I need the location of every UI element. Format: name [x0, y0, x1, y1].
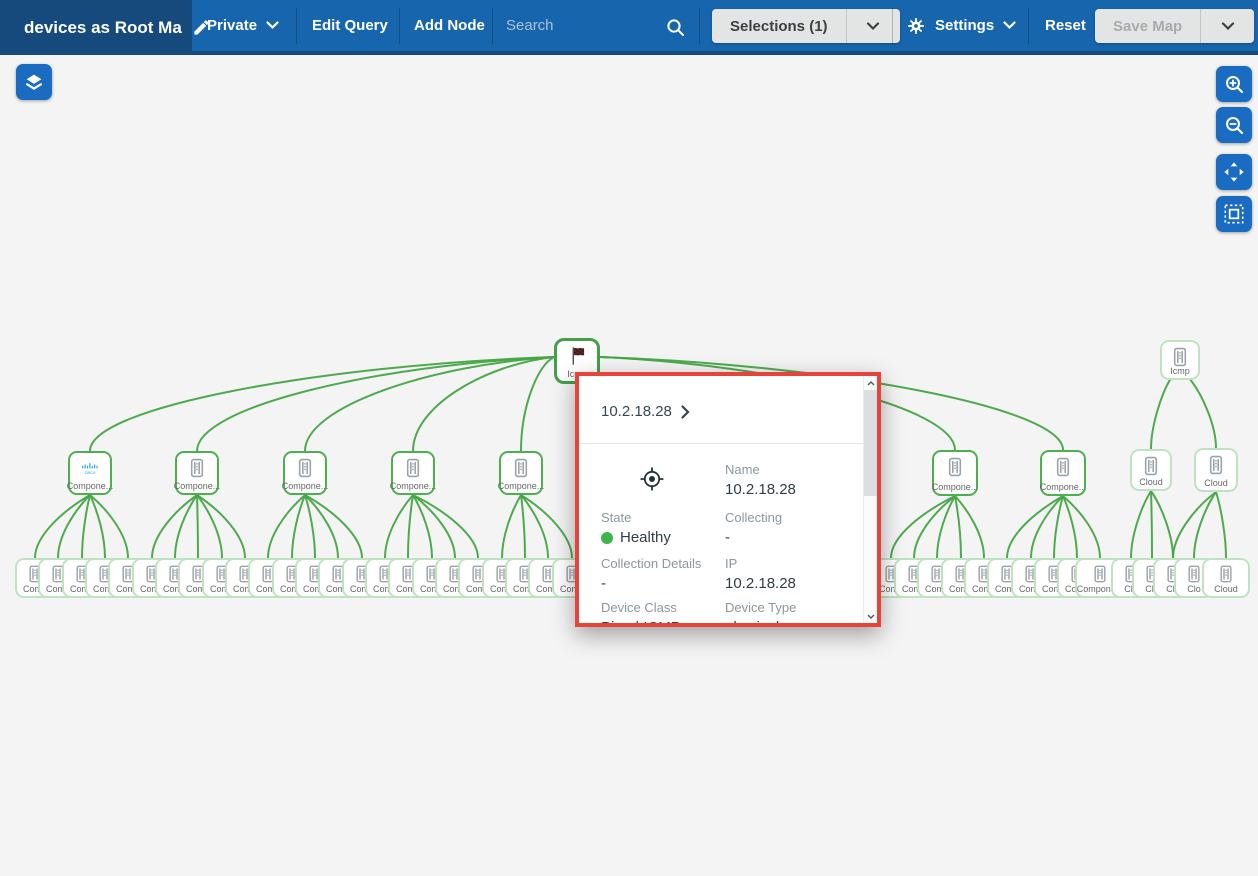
chevron-right-icon: [681, 405, 690, 419]
server-icon: [1184, 564, 1204, 584]
chevron-down-icon: [1003, 21, 1016, 30]
server-icon: [294, 457, 316, 479]
field-state: State Healthy: [601, 510, 671, 547]
server-icon: [1169, 346, 1191, 368]
server-icon: [402, 457, 424, 479]
chevron-down-icon: [266, 21, 279, 30]
map-node[interactable]: Compone...: [1040, 450, 1086, 496]
add-node-button[interactable]: Add Node: [414, 0, 485, 51]
map-node[interactable]: Icmp: [1160, 340, 1200, 380]
toolbar-divider: [399, 8, 400, 44]
toolbar-divider: [699, 8, 700, 44]
scroll-up-arrow[interactable]: [864, 376, 877, 390]
server-icon: [1052, 456, 1074, 478]
reset-button[interactable]: Reset: [1045, 0, 1086, 51]
toolbar-divider: [492, 8, 493, 44]
field-name: Name 10.2.18.28: [725, 462, 796, 499]
layers-icon: [23, 71, 45, 93]
server-icon: [1140, 455, 1162, 477]
map-canvas[interactable]: CompCompCompCompCompCompCompCompCompComp…: [0, 55, 1258, 876]
save-map-button[interactable]: Save Map: [1095, 9, 1200, 43]
device-detail-popup: 10.2.18.28 Name 10.2.18.28 State: [575, 372, 881, 627]
scroll-down-arrow[interactable]: [864, 609, 877, 623]
map-title-block: devices as Root Ma: [0, 0, 192, 55]
toolbar-divider: [1028, 8, 1029, 44]
popup-divider: [579, 443, 863, 444]
map-node[interactable]: Compone...: [499, 451, 543, 495]
field-device-class: Device Class Ping | ICMP: [601, 600, 681, 623]
selections-button[interactable]: Selections (1): [712, 9, 846, 43]
toolbar: devices as Root Ma Private Edit Query Ad…: [0, 0, 1258, 55]
zoom-in-icon: [1224, 74, 1245, 95]
field-collecting: Collecting -: [725, 510, 782, 547]
save-map-dropdown-toggle[interactable]: [1201, 9, 1254, 43]
state-value: Healthy: [620, 529, 671, 547]
zoom-out-icon: [1224, 115, 1245, 136]
pan-icon: [1223, 161, 1245, 183]
search-button[interactable]: [662, 14, 688, 40]
save-map-split-button: Save Map: [1095, 9, 1254, 43]
fit-icon: [1223, 203, 1245, 225]
map-node[interactable]: Cloud: [1130, 449, 1172, 491]
map-node[interactable]: Compone...: [932, 450, 978, 496]
toolbar-bottom-strip: [0, 51, 1258, 55]
server-icon: [1205, 454, 1227, 476]
locate-device-button[interactable]: [638, 465, 666, 493]
toolbar-divider: [296, 8, 297, 44]
toolbar-divider: [892, 8, 893, 44]
popup-scrollbar[interactable]: [863, 376, 877, 623]
search-area: [506, 0, 656, 51]
server-icon: [1090, 564, 1110, 584]
server-icon: [944, 456, 966, 478]
map-title: devices as Root Ma: [24, 18, 182, 38]
chevron-down-icon: [1221, 22, 1235, 31]
server-icon: [510, 457, 532, 479]
popup-device-link[interactable]: 10.2.18.28: [601, 403, 690, 420]
locate-icon: [638, 465, 666, 493]
chevron-down-icon: [866, 22, 880, 31]
layers-button[interactable]: [16, 64, 52, 100]
pan-button[interactable]: [1216, 154, 1252, 190]
zoom-in-button[interactable]: [1216, 66, 1252, 102]
fit-to-screen-button[interactable]: [1216, 196, 1252, 232]
search-icon: [666, 18, 685, 37]
network-map-app: devices as Root Ma Private Edit Query Ad…: [0, 0, 1258, 876]
selections-split-button: Selections (1): [712, 9, 900, 43]
server-icon: [186, 457, 208, 479]
cisco-icon: [79, 457, 101, 479]
visibility-dropdown[interactable]: Private: [207, 0, 279, 51]
map-node[interactable]: Compone...: [283, 451, 327, 495]
settings-dropdown[interactable]: Settings: [906, 0, 1016, 51]
scrollbar-thumb[interactable]: [864, 390, 877, 496]
edit-query-button[interactable]: Edit Query: [312, 0, 388, 51]
map-node[interactable]: Cloud: [1202, 558, 1250, 598]
settings-label: Settings: [935, 17, 994, 34]
healthy-status-dot: [601, 532, 613, 544]
field-collection-details: Collection Details -: [601, 556, 701, 593]
popup-device-name: 10.2.18.28: [601, 403, 672, 420]
map-node[interactable]: Compone...: [68, 451, 112, 495]
map-node[interactable]: Compone...: [391, 451, 435, 495]
visibility-label: Private: [207, 17, 257, 34]
search-input[interactable]: [506, 17, 656, 34]
server-icon: [1216, 564, 1236, 584]
field-device-type: Device Type physical: [725, 600, 796, 623]
map-node[interactable]: Cloud: [1194, 448, 1238, 492]
gear-icon: [906, 16, 926, 36]
zoom-out-button[interactable]: [1216, 107, 1252, 143]
map-node[interactable]: Compone...: [175, 451, 219, 495]
flag-icon: [566, 345, 588, 367]
field-ip: IP 10.2.18.28: [725, 556, 796, 593]
